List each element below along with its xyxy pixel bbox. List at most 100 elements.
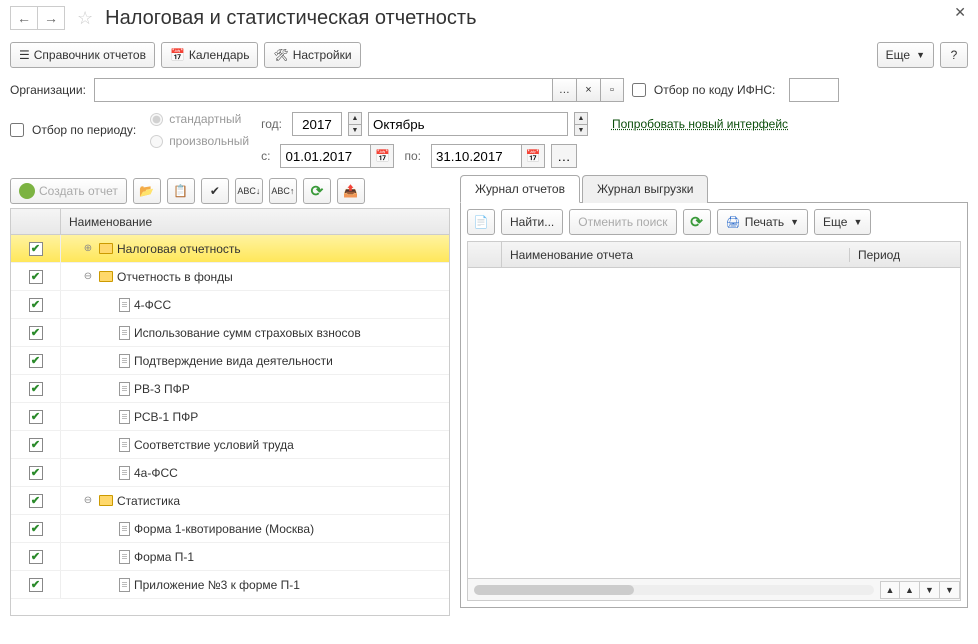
- tree-row[interactable]: ✔ Соответствие условий труда: [11, 431, 449, 459]
- period-more-button[interactable]: …: [551, 144, 577, 168]
- create-report-button[interactable]: Создать отчет: [10, 178, 127, 204]
- tree-row[interactable]: ✔ Подтверждение вида деятельности: [11, 347, 449, 375]
- right-pane: Журнал отчетов Журнал выгрузки 📄 Найти..…: [460, 174, 968, 616]
- back-button[interactable]: ←: [10, 6, 38, 30]
- help-button[interactable]: ?: [940, 42, 968, 68]
- tree-row[interactable]: ✔ Приложение №3 к форме П-1: [11, 571, 449, 599]
- calendar-icon[interactable]: 📅: [370, 144, 394, 168]
- checkbox-icon[interactable]: ✔: [29, 298, 43, 312]
- horizontal-scrollbar[interactable]: [474, 585, 874, 595]
- checkbox-icon[interactable]: ✔: [29, 242, 43, 256]
- checkbox-icon[interactable]: ✔: [29, 550, 43, 564]
- year-up-button[interactable]: ▲: [348, 112, 362, 124]
- more-button-right[interactable]: Еще ▼: [814, 209, 871, 235]
- grid-body[interactable]: [468, 268, 960, 578]
- settings-button[interactable]: 🛠 Настройки: [264, 42, 360, 68]
- nav-up-button[interactable]: ▲: [900, 581, 920, 599]
- button-label: Еще: [823, 215, 847, 229]
- checkbox-icon[interactable]: ✔: [29, 382, 43, 396]
- tools-icon: 🛠: [273, 48, 288, 62]
- tree-row[interactable]: ✔ РСВ-1 ПФР: [11, 403, 449, 431]
- checkbox-icon[interactable]: ✔: [29, 578, 43, 592]
- calendar-button[interactable]: 📅 Календарь: [161, 42, 259, 68]
- calendar-icon[interactable]: 📅: [521, 144, 545, 168]
- expand-icon[interactable]: ⊕: [81, 243, 95, 254]
- org-open-button[interactable]: ▫: [600, 78, 624, 102]
- find-button[interactable]: Найти...: [501, 209, 563, 235]
- org-select-button[interactable]: …: [552, 78, 576, 102]
- sort-asc-button[interactable]: ABC↓: [235, 178, 263, 204]
- reports-directory-button[interactable]: ☰ Справочник отчетов: [10, 42, 155, 68]
- refresh-grid-button[interactable]: ⟳: [683, 209, 711, 235]
- radio-custom[interactable]: [150, 135, 163, 148]
- row-label: РВ-3 ПФР: [134, 382, 190, 396]
- month-down-button[interactable]: ▼: [574, 124, 588, 136]
- tree-row[interactable]: ✔ Форма П-1: [11, 543, 449, 571]
- tree-row[interactable]: ✔ ⊖Статистика: [11, 487, 449, 515]
- close-icon[interactable]: ✕: [954, 4, 966, 21]
- print-button[interactable]: 🖨 Печать ▼: [717, 209, 808, 235]
- checkbox-icon[interactable]: ✔: [29, 410, 43, 424]
- nav-first-button[interactable]: ▲: [880, 581, 900, 599]
- period-filter-checkbox[interactable]: [10, 123, 24, 137]
- page-title: Налоговая и статистическая отчетность: [105, 7, 476, 30]
- radio-standard[interactable]: [150, 113, 163, 126]
- org-input[interactable]: [94, 78, 552, 102]
- document-icon: [119, 550, 130, 564]
- tree-row[interactable]: ✔ ⊖Отчетность в фонды: [11, 263, 449, 291]
- tree-row[interactable]: ✔ 4а-ФСС: [11, 459, 449, 487]
- chevron-down-icon: ▼: [916, 50, 925, 60]
- tree-header-name[interactable]: Наименование: [61, 215, 160, 229]
- forward-button[interactable]: →: [37, 6, 65, 30]
- collapse-icon[interactable]: ⊖: [81, 495, 95, 506]
- year-label: год:: [261, 117, 282, 131]
- checkbox-icon[interactable]: ✔: [29, 438, 43, 452]
- checkbox-icon[interactable]: ✔: [29, 522, 43, 536]
- more-button[interactable]: Еще ▼: [877, 42, 934, 68]
- tree-row[interactable]: ✔ Использование сумм страховых взносов: [11, 319, 449, 347]
- cancel-find-button[interactable]: Отменить поиск: [569, 209, 676, 235]
- checkbox-icon[interactable]: ✔: [29, 466, 43, 480]
- refresh-button[interactable]: ⟳: [303, 178, 331, 204]
- tab-reports-journal[interactable]: Журнал отчетов: [460, 175, 580, 203]
- org-clear-button[interactable]: ×: [576, 78, 600, 102]
- tree-row[interactable]: ✔ Форма 1-квотирование (Москва): [11, 515, 449, 543]
- button-label: Календарь: [189, 48, 250, 62]
- checkbox-icon[interactable]: ✔: [29, 270, 43, 284]
- row-label: Форма П-1: [134, 550, 194, 564]
- tree-header: Наименование: [11, 209, 449, 235]
- nav-last-button[interactable]: ▼: [940, 581, 960, 599]
- tree-row[interactable]: ✔ ⊕Налоговая отчетность: [11, 235, 449, 263]
- date-to-input[interactable]: [431, 144, 521, 168]
- ifns-input[interactable]: [789, 78, 839, 102]
- transfer-button[interactable]: 📤: [337, 178, 365, 204]
- year-down-button[interactable]: ▼: [348, 124, 362, 136]
- copy-button[interactable]: 📋: [167, 178, 195, 204]
- folder-icon: [99, 243, 113, 254]
- tab-upload-journal[interactable]: Журнал выгрузки: [582, 175, 709, 203]
- organization-row: Организации: … × ▫ Отбор по коду ИФНС:: [0, 74, 978, 106]
- collapse-icon[interactable]: ⊖: [81, 271, 95, 282]
- sort-desc-button[interactable]: ABC↑: [269, 178, 297, 204]
- month-input[interactable]: [368, 112, 568, 136]
- grid-col-name[interactable]: Наименование отчета: [502, 248, 850, 262]
- checkbox-icon[interactable]: ✔: [29, 326, 43, 340]
- tree-row[interactable]: ✔ 4-ФСС: [11, 291, 449, 319]
- grid-col-period[interactable]: Период: [850, 248, 960, 262]
- try-new-interface-link[interactable]: Попробовать новый интерфейс: [612, 117, 788, 131]
- favorite-star-icon[interactable]: ☆: [77, 8, 93, 29]
- year-input[interactable]: [292, 112, 342, 136]
- check-button[interactable]: ✔: [201, 178, 229, 204]
- nav-down-button[interactable]: ▼: [920, 581, 940, 599]
- document-icon: [119, 298, 130, 312]
- tree-row[interactable]: ✔ РВ-3 ПФР: [11, 375, 449, 403]
- edit-button[interactable]: 📄: [467, 209, 495, 235]
- month-up-button[interactable]: ▲: [574, 112, 588, 124]
- tree-body[interactable]: ✔ ⊕Налоговая отчетность ✔ ⊖Отчетность в …: [11, 235, 449, 615]
- date-from-input[interactable]: [280, 144, 370, 168]
- radio-standard-label: стандартный: [169, 112, 241, 126]
- filter-ifns-checkbox[interactable]: [632, 83, 646, 97]
- open-button[interactable]: 📂: [133, 178, 161, 204]
- checkbox-icon[interactable]: ✔: [29, 354, 43, 368]
- checkbox-icon[interactable]: ✔: [29, 494, 43, 508]
